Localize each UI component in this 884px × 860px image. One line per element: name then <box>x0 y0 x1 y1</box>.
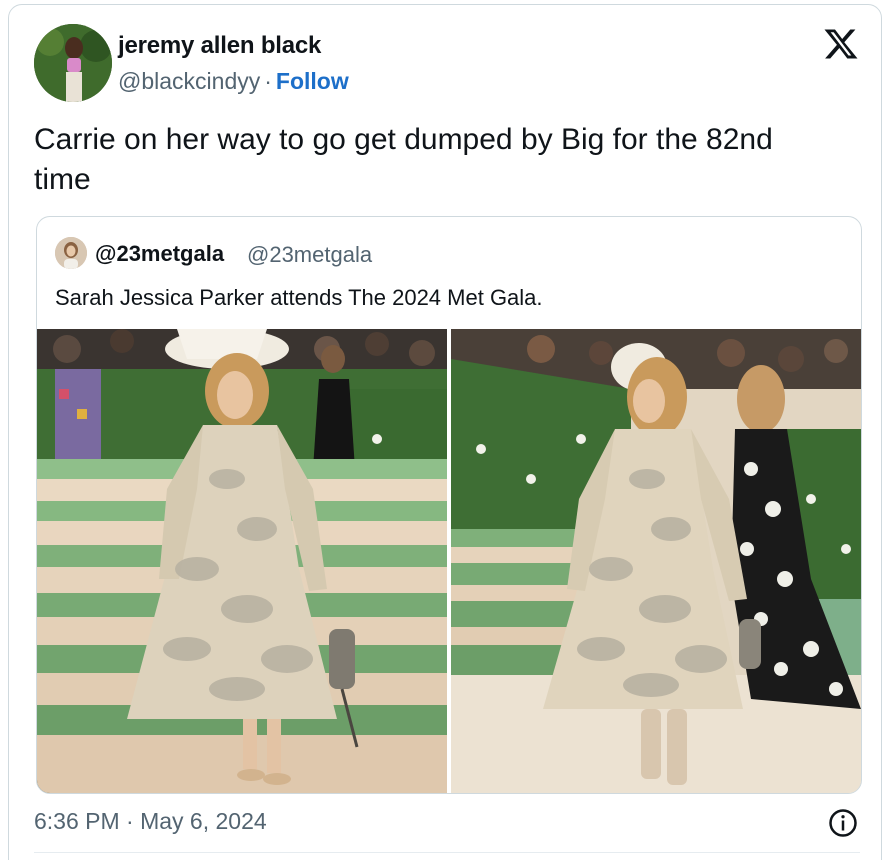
quoted-avatar[interactable] <box>55 237 87 269</box>
bottom-divider <box>34 852 860 853</box>
photo-left[interactable] <box>37 329 447 793</box>
quoted-tweet[interactable]: @23metgala @23metgala Sarah Jessica Park… <box>36 216 862 794</box>
quoted-text: Sarah Jessica Parker attends The 2024 Me… <box>55 285 543 310</box>
author-handle-line: @blackcindyy · Follow <box>118 68 349 95</box>
follow-button[interactable]: Follow <box>276 68 349 94</box>
tweet-timestamp[interactable]: 6:36 PM · May 6, 2024 <box>34 808 267 835</box>
author-display-name[interactable]: jeremy allen black <box>118 32 321 60</box>
x-logo-icon[interactable] <box>822 26 860 62</box>
photo-right[interactable] <box>451 329 861 793</box>
info-icon[interactable] <box>828 808 858 838</box>
author-handle[interactable]: @blackcindyy <box>118 68 260 94</box>
quoted-handle[interactable]: @23metgala <box>247 242 372 268</box>
quoted-display-name[interactable]: @23metgala <box>95 241 224 267</box>
separator-dot: · <box>264 68 272 94</box>
author-avatar[interactable] <box>34 24 112 102</box>
tweet-text: Carrie on her way to go get dumped by Bi… <box>34 123 773 196</box>
